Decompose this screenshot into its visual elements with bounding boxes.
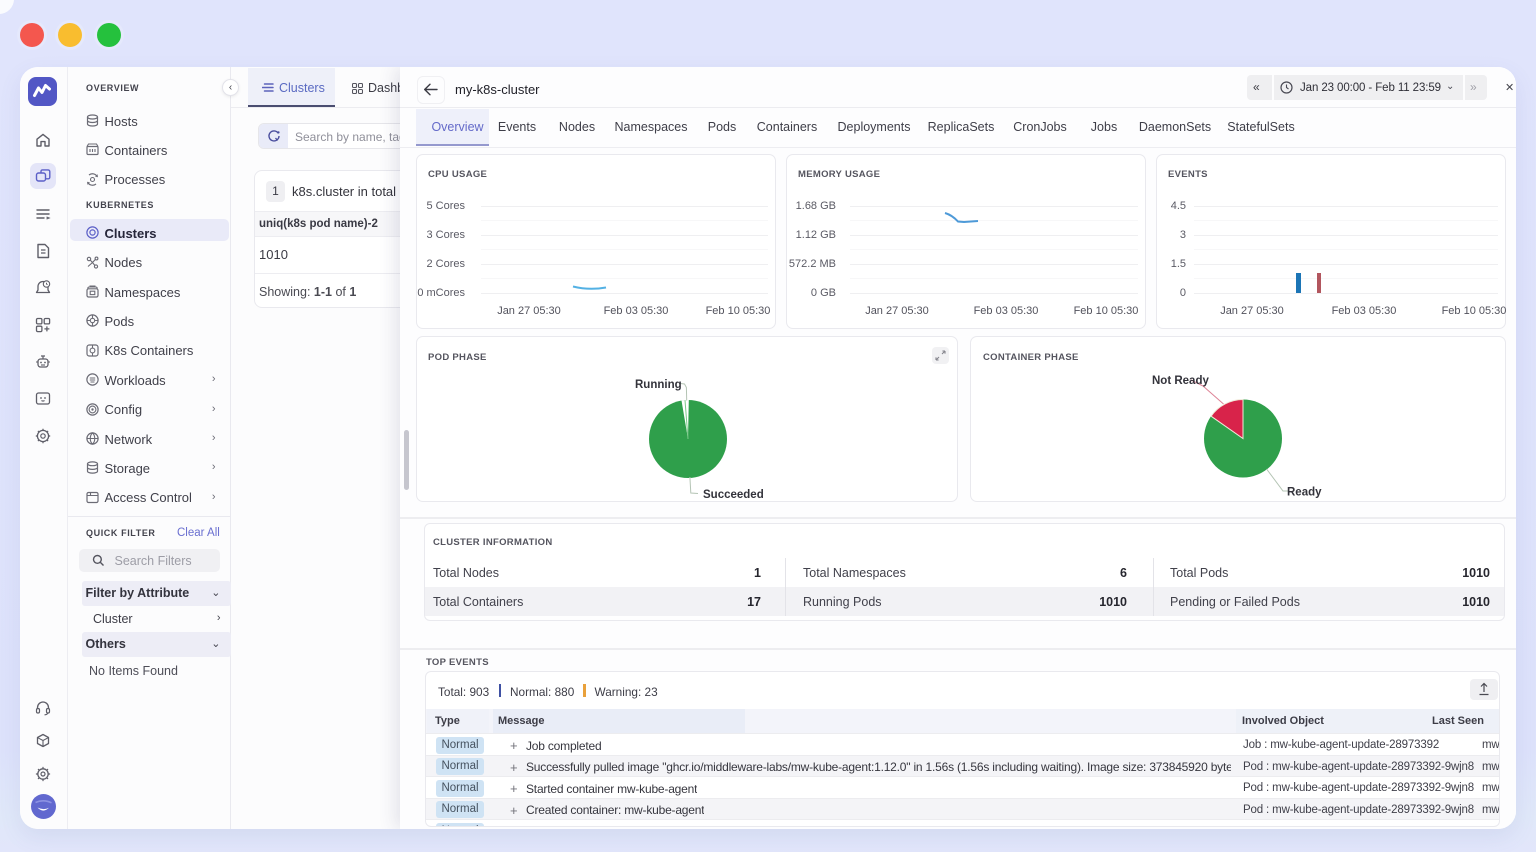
svg-text:Not Ready: Not Ready	[1152, 375, 1209, 387]
svg-text:Running: Running	[635, 379, 682, 391]
svg-text:Ready: Ready	[1287, 487, 1322, 499]
svg-text:Succeeded: Succeeded	[703, 489, 764, 501]
